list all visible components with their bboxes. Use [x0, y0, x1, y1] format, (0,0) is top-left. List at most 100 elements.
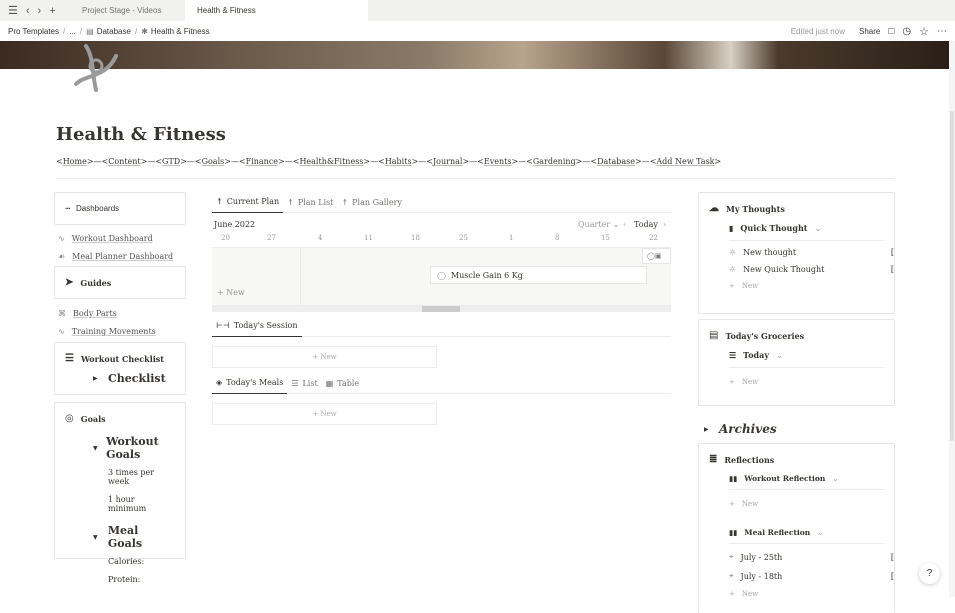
link-meal-dashboard[interactable]: ☙ Meal Planner Dashboard — [58, 252, 186, 261]
thought-item-2[interactable]: ☼ New Quick Thought [ — [729, 265, 894, 274]
timeline-collapsed-item[interactable]: ◯▣ — [642, 248, 671, 264]
triangle-right-icon: ▶ — [704, 425, 709, 433]
session-new-button[interactable]: + New — [212, 346, 437, 368]
top-bar: Pro Templates / ... / ▤ Database / ✱ Hea… — [8, 25, 947, 38]
goals-heading: Goals — [80, 413, 106, 424]
nav-link-7[interactable]: Journal — [433, 157, 462, 166]
today-button[interactable]: Today — [634, 220, 658, 229]
meal-goals-toggle[interactable]: ▼ Meal Goals — [93, 524, 175, 550]
meal-reflection-label: Meal Reflection — [744, 528, 811, 537]
prev-icon[interactable]: ‹ — [623, 220, 626, 229]
breadcrumb-pro-templates[interactable]: Pro Templates — [8, 27, 59, 36]
meal-goal-2: Protein: — [108, 575, 141, 584]
guides-box[interactable]: ➤ Guides — [54, 266, 186, 299]
nav-link-3[interactable]: Goals — [202, 157, 225, 166]
next-icon[interactable]: › — [663, 220, 666, 229]
timeline-scrollbar[interactable] — [212, 306, 671, 312]
tab-list[interactable]: ☰ List — [287, 373, 321, 394]
workout-goal-1: 3 times per week — [108, 468, 155, 486]
groceries-new-button[interactable]: + New — [729, 378, 884, 386]
bracket: [ — [890, 571, 894, 581]
nav-link-10[interactable]: Database — [597, 157, 635, 166]
tab-health-fitness[interactable]: Health & Fitness — [185, 0, 368, 21]
nav-link-8[interactable]: Events — [484, 157, 512, 166]
back-icon[interactable]: ‹ — [26, 5, 30, 17]
meal-reflection-view[interactable]: ▮▮ Meal Reflection ⌄ — [729, 528, 884, 537]
breadcrumb-health-fitness[interactable]: Health & Fitness — [151, 27, 210, 36]
tab-plan-list[interactable]: ↟ Plan List — [283, 192, 337, 213]
tab-table[interactable]: ▦ Table — [322, 373, 363, 394]
reflection-icon: ⌖ — [729, 571, 734, 580]
checklist-toggle[interactable]: ▶ Checklist — [93, 372, 175, 385]
utensils-icon: ◈ — [216, 378, 223, 387]
archives-toggle[interactable]: ▶ Archives — [704, 422, 895, 436]
tab-todays-session[interactable]: ⊢⊣ Today's Session — [212, 316, 302, 337]
timeline-dates: 20 27 4 11 18 25 1 8 15 22 — [212, 234, 671, 248]
comment-icon[interactable]: □ — [888, 26, 894, 37]
page-title: Health & Fitness — [56, 124, 226, 145]
triangle-right-icon: ▶ — [93, 375, 98, 382]
workout-checklist-heading: Workout Checklist — [80, 353, 164, 364]
thought-item-1[interactable]: ☼ New thought [ — [729, 248, 894, 257]
today-view[interactable]: ☰ Today ⌄ — [729, 350, 884, 360]
new-label: New — [320, 410, 337, 418]
date-label: 15 — [601, 234, 610, 242]
timeline-item-muscle-gain[interactable]: ◯ Muscle Gain 6 Kg — [430, 266, 647, 284]
runner-icon: ∿ — [58, 327, 65, 336]
grocery-icon: ▤ — [709, 330, 719, 341]
cloud-icon: ☁ — [709, 203, 719, 214]
nav-link-9[interactable]: Gardening — [533, 157, 576, 166]
nav-link-1[interactable]: Content — [108, 157, 140, 166]
cover-image — [0, 41, 949, 69]
meals-new-button[interactable]: + New — [212, 403, 437, 425]
reflection-item-2[interactable]: ⌖ July - 18th [ — [729, 571, 894, 581]
dashboards-heading: Dashboards — [76, 204, 120, 213]
triangle-down-icon: ▼ — [93, 533, 98, 541]
share-button[interactable]: Share — [859, 27, 880, 36]
link-training-movements[interactable]: ∿ Training Movements — [58, 327, 186, 336]
chevron-down-icon: ⌄ — [775, 350, 783, 360]
clock-icon[interactable]: ◷ — [902, 26, 911, 37]
new-label: New — [741, 378, 759, 386]
meal-goal-1: Calories: — [108, 557, 145, 566]
tab-todays-meals[interactable]: ◈ Today's Meals — [212, 373, 288, 394]
more-icon[interactable]: ⋯ — [937, 26, 947, 37]
new-tab-icon[interactable]: + — [49, 5, 55, 17]
bulb-icon: ☼ — [729, 248, 737, 257]
timeline-new-button[interactable]: + New — [217, 288, 245, 297]
star-icon[interactable]: ☆ — [919, 25, 929, 38]
workout-reflection-view[interactable]: ▮▮ Workout Reflection ⌄ — [729, 474, 884, 483]
nav-link-2[interactable]: GTD — [162, 157, 180, 166]
link-workout-dashboard[interactable]: ∿ Workout Dashboard — [58, 234, 186, 243]
tab-plan-gallery[interactable]: ↟ Plan Gallery — [337, 192, 405, 213]
divider — [56, 178, 894, 179]
thoughts-new-button[interactable]: + New — [729, 282, 884, 290]
workout-reflection-new[interactable]: + New — [729, 500, 884, 508]
reflection-item-1[interactable]: ⌖ July - 25th [ — [729, 552, 894, 562]
tab-current-plan[interactable]: ↟ Current Plan — [212, 192, 284, 213]
dashboards-box[interactable]: ··· Dashboards — [54, 192, 186, 225]
breadcrumb-database[interactable]: Database — [97, 27, 131, 36]
bracket: [ — [890, 248, 894, 257]
workout-goals-toggle[interactable]: ▼ Workout Goals — [93, 435, 175, 461]
link-body-parts[interactable]: ⌘ Body Parts — [58, 309, 186, 318]
nav-link-0[interactable]: Home — [63, 157, 87, 166]
nav-link-11[interactable]: Add New Task — [656, 157, 714, 166]
new-label: New — [741, 282, 759, 290]
quick-thought-view[interactable]: ▮ Quick Thought ⌄ — [729, 223, 884, 233]
reflection-label: July - 25th — [740, 552, 783, 562]
nav-link-5[interactable]: Health&Fitness — [299, 157, 363, 166]
menu-icon[interactable]: ☰ — [8, 4, 18, 17]
workout-goal-2: 1 hour minimum — [108, 495, 147, 513]
nav-separator: — — [230, 157, 239, 166]
scrollbar[interactable] — [949, 41, 955, 597]
breadcrumb-ellipsis[interactable]: ... — [69, 27, 76, 36]
forward-icon[interactable]: › — [38, 5, 42, 17]
tab-project-stage[interactable]: Project Stage - Videos — [70, 0, 185, 21]
range-select[interactable]: Quarter ⌄ — [578, 220, 619, 229]
chevron-down-icon: ⌄ — [814, 223, 822, 233]
nav-link-6[interactable]: Habits — [385, 157, 412, 166]
reflections-box: ≣ Reflections ▮▮ Workout Reflection ⌄ + … — [698, 443, 895, 613]
nav-link-4[interactable]: Finance — [246, 157, 278, 166]
help-button[interactable]: ? — [919, 563, 940, 584]
